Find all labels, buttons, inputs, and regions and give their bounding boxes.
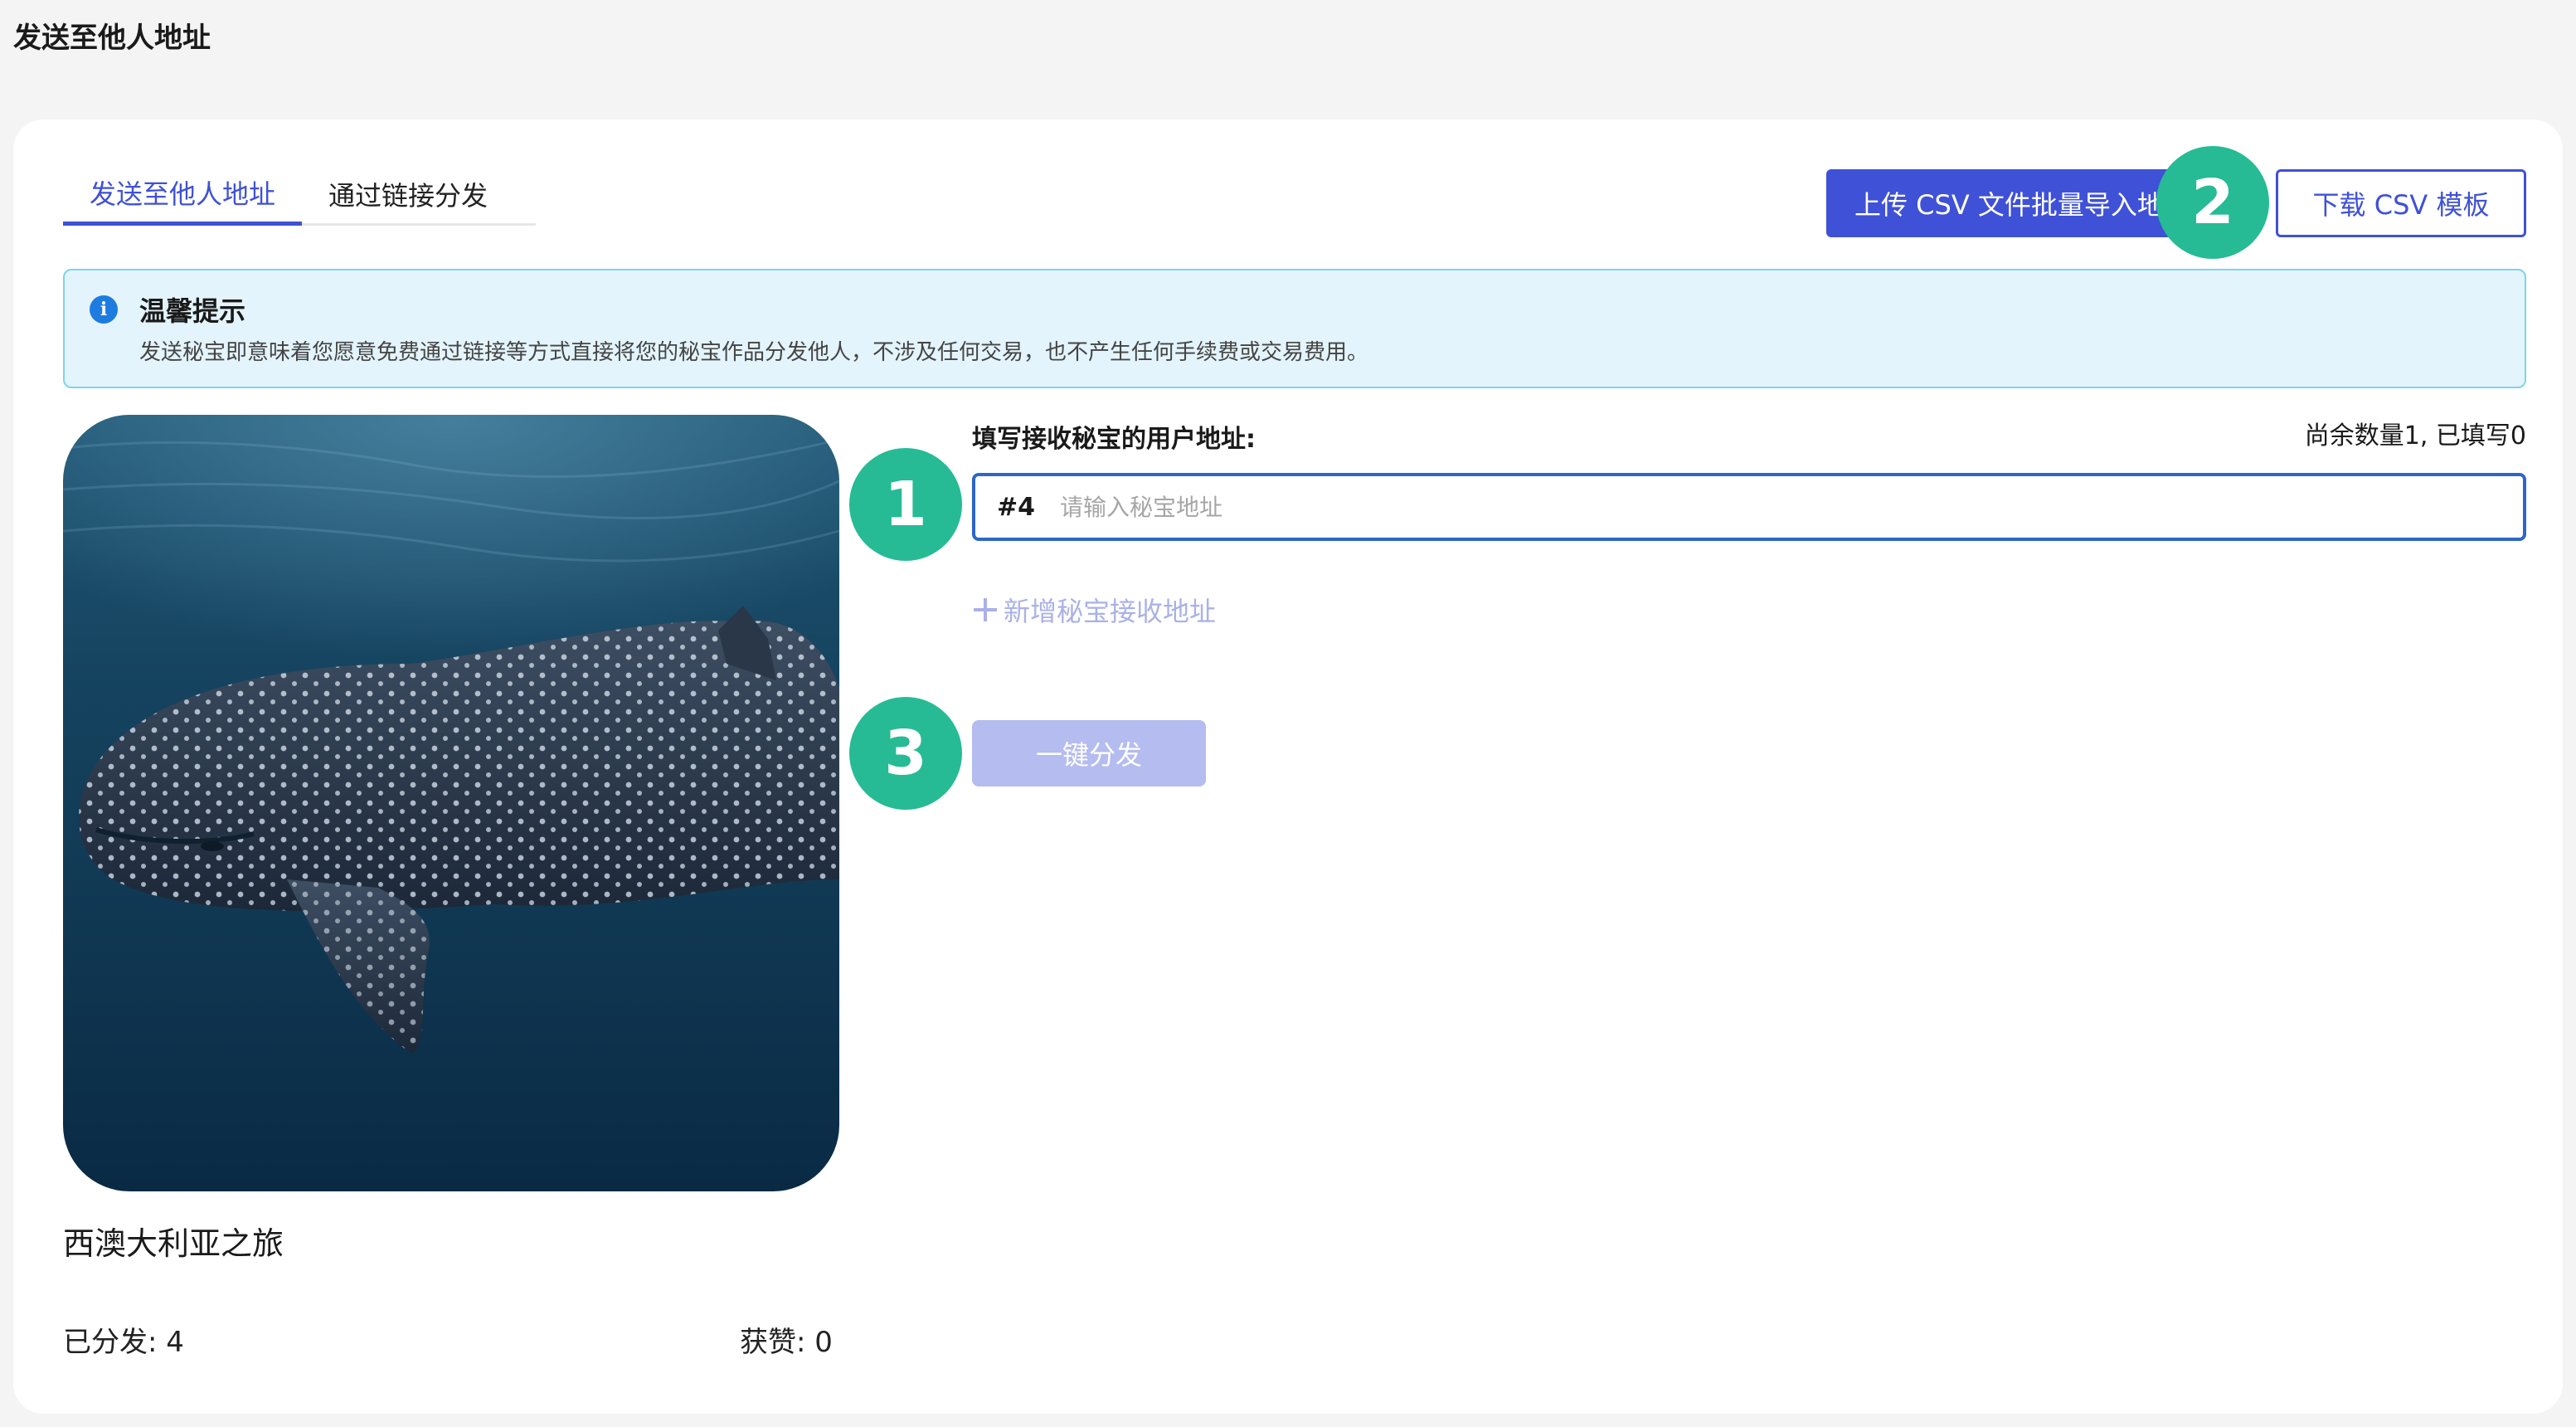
distributed-count: 已分发: 4 xyxy=(63,1326,184,1359)
page-title: 发送至他人地址 xyxy=(13,22,211,55)
step-badge-1: 1 xyxy=(849,448,962,561)
remaining-count: 尚余数量1, 已填写0 xyxy=(2304,421,2526,451)
recipient-address-field[interactable]: #4 xyxy=(972,473,2526,541)
whale-shark-illustration xyxy=(63,415,839,1191)
add-address-label: 新增秘宝接收地址 xyxy=(1004,596,1217,627)
artwork-image xyxy=(63,415,839,1191)
plus-icon xyxy=(972,597,999,623)
notice-title: 温馨提示 xyxy=(139,295,246,327)
address-index-label: #4 xyxy=(997,492,1036,522)
main-card: 发送至他人地址 通过链接分发 上传 CSV 文件批量导入地址 下载 CSV 模板… xyxy=(13,119,2563,1414)
artwork-name: 西澳大利亚之旅 xyxy=(63,1225,284,1262)
recipient-address-label: 填写接收秘宝的用户地址: xyxy=(972,425,1256,454)
distribute-button[interactable]: 一键分发 xyxy=(972,720,1206,787)
download-csv-template-button[interactable]: 下载 CSV 模板 xyxy=(2276,169,2526,237)
likes-count: 获赞: 0 xyxy=(740,1326,833,1359)
notice-body: 发送秘宝即意味着您愿意免费通过链接等方式直接将您的秘宝作品分发他人，不涉及任何交… xyxy=(139,340,1369,365)
recipient-address-input[interactable] xyxy=(1060,493,2523,521)
info-icon: i xyxy=(90,295,118,324)
tab-link-distribution[interactable]: 通过链接分发 xyxy=(302,163,514,226)
notice-banner: i 温馨提示 发送秘宝即意味着您愿意免费通过链接等方式直接将您的秘宝作品分发他人… xyxy=(63,269,2526,388)
tab-bar: 发送至他人地址 通过链接分发 xyxy=(63,163,536,226)
step-badge-2: 2 xyxy=(2156,146,2269,259)
tab-send-to-address[interactable]: 发送至他人地址 xyxy=(63,163,303,226)
step-badge-3: 3 xyxy=(849,697,962,810)
add-address-button[interactable]: 新增秘宝接收地址 xyxy=(972,591,1216,629)
